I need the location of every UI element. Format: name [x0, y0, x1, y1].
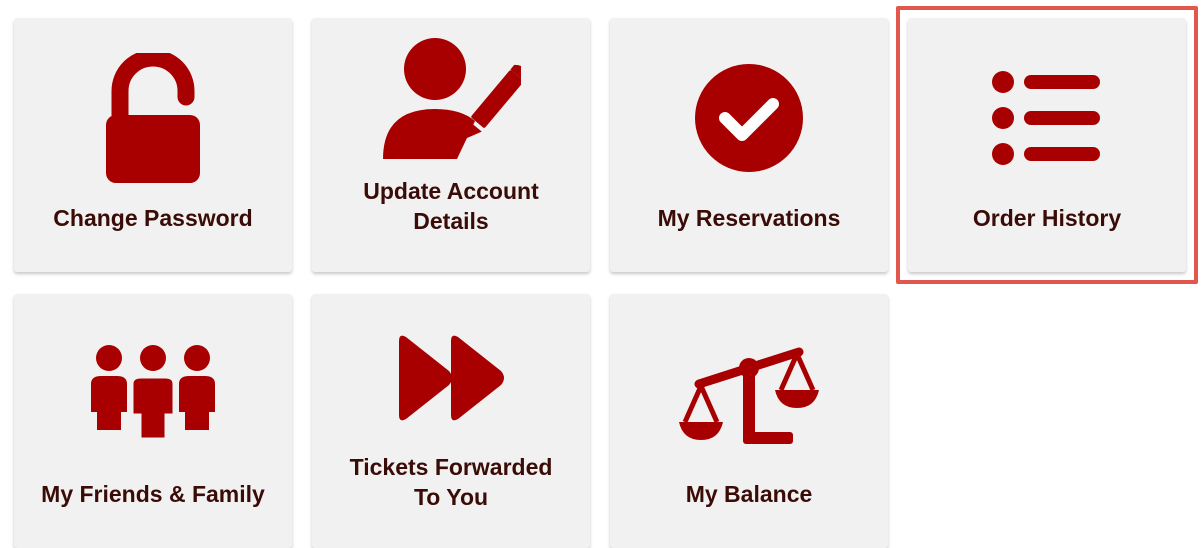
forward-icon [312, 314, 590, 442]
tile-my-friends-family[interactable]: My Friends & Family [14, 294, 292, 548]
list-icon [908, 54, 1186, 182]
tile-label: Update Account Details [363, 178, 539, 234]
tile-my-balance[interactable]: My Balance [610, 294, 888, 548]
balance-scale-icon [610, 330, 888, 458]
tile-change-password[interactable]: Change Password [14, 18, 292, 272]
user-edit-icon [312, 32, 590, 160]
account-menu-grid: Change Password Update Account Details M… [0, 0, 1201, 548]
tile-label: Order History [972, 205, 1122, 231]
tile-update-account-details[interactable]: Update Account Details [312, 18, 590, 272]
tile-tickets-forwarded[interactable]: Tickets Forwarded To You [312, 294, 590, 548]
tile-label: My Friends & Family [41, 481, 265, 507]
tile-my-reservations[interactable]: My Reservations [610, 18, 888, 272]
tile-label: Tickets Forwarded To You [349, 454, 553, 510]
tile-label: My Reservations [657, 205, 841, 231]
check-circle-icon [610, 54, 888, 182]
unlocked-padlock-icon [14, 53, 292, 183]
tile-order-history[interactable]: Order History [908, 18, 1186, 272]
tile-label: My Balance [685, 481, 813, 507]
tile-label: Change Password [53, 205, 253, 231]
group-icon [14, 330, 292, 458]
